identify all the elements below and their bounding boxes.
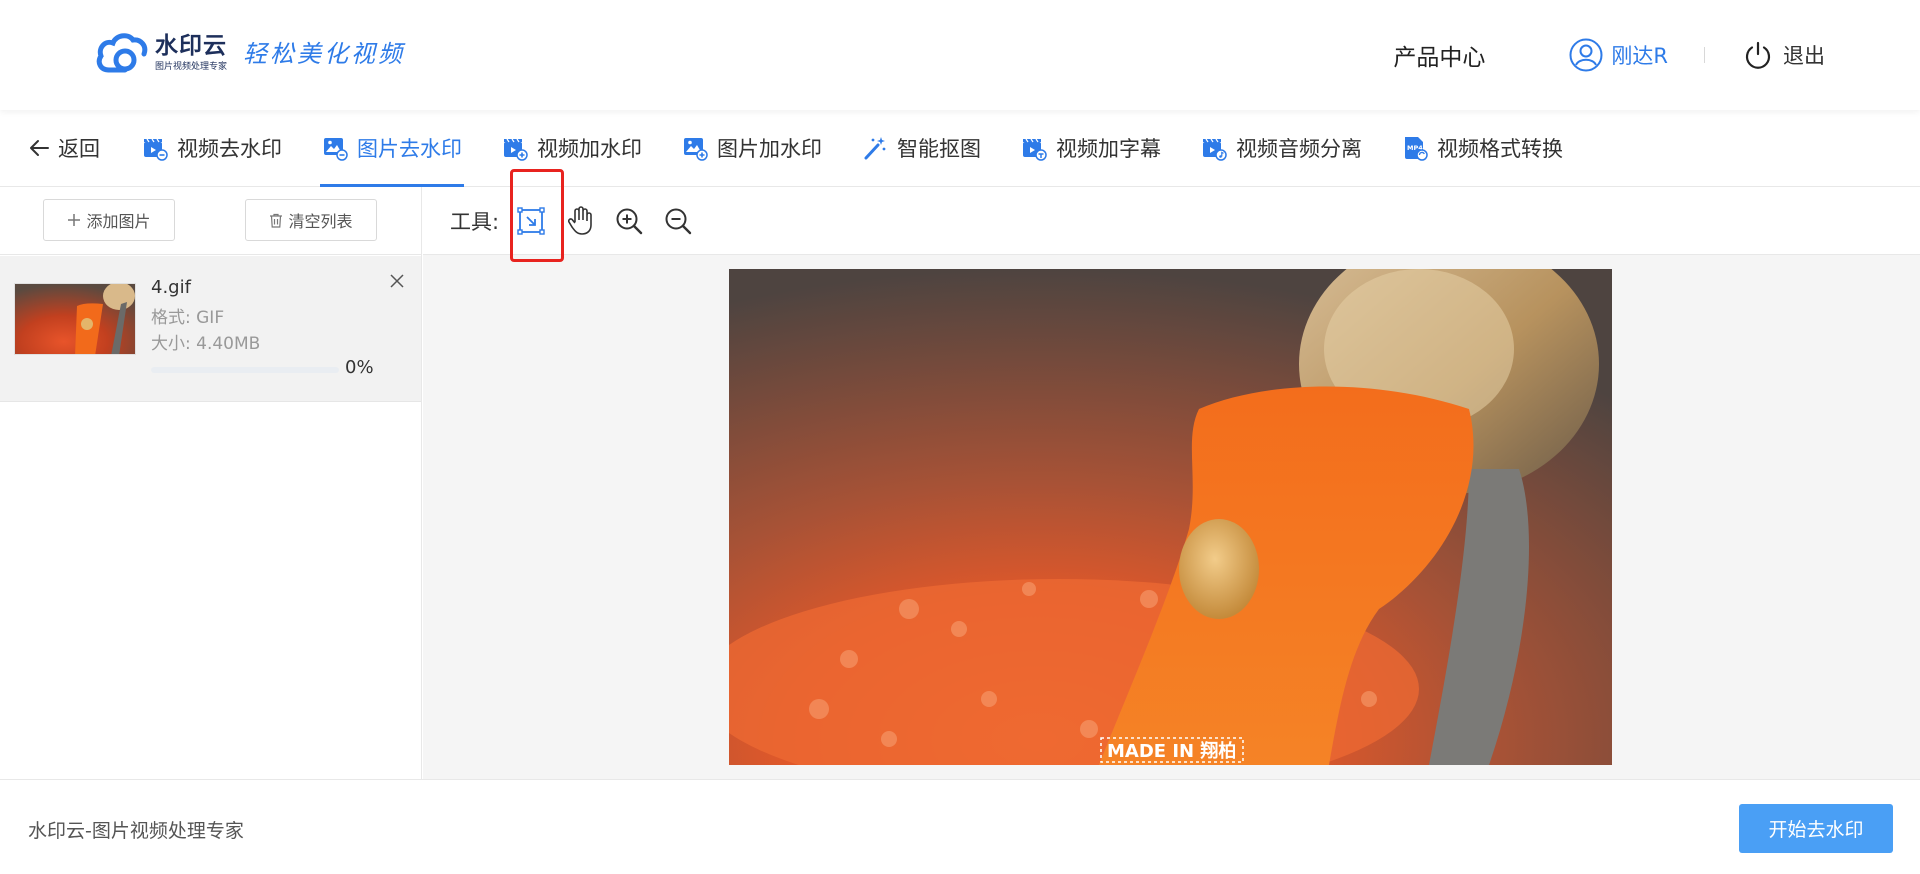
preview-graphic: MADE IN 翔柏 bbox=[729, 269, 1612, 765]
editor-panel: 工具: MADE IN 翔柏 bbox=[423, 187, 1920, 779]
app-window: 水印云 图片视频处理专家 轻松美化视频 产品中心 刚达R 退出 返回 视频去水印… bbox=[0, 0, 1920, 874]
file-name: 4.gif bbox=[151, 277, 191, 298]
logo[interactable]: 水印云 图片视频处理专家 轻松美化视频 bbox=[95, 30, 405, 76]
footer-text: 水印云-图片视频处理专家 bbox=[28, 820, 244, 842]
image-remove-watermark-icon bbox=[324, 138, 348, 161]
preview-image[interactable]: MADE IN 翔柏 bbox=[729, 269, 1612, 765]
tab-video-add-watermark[interactable]: 视频加水印 bbox=[502, 110, 642, 187]
file-size: 大小: 4.40MB bbox=[151, 334, 261, 354]
trash-icon bbox=[270, 213, 283, 228]
back-label: 返回 bbox=[58, 137, 100, 161]
file-thumbnail bbox=[14, 283, 136, 355]
logo-slogan: 轻松美化视频 bbox=[243, 39, 406, 68]
tab-label: 视频去水印 bbox=[177, 137, 282, 161]
product-center-link[interactable]: 产品中心 bbox=[1393, 38, 1485, 72]
header: 水印云 图片视频处理专家 轻松美化视频 产品中心 刚达R 退出 bbox=[0, 0, 1920, 110]
tab-label: 视频加水印 bbox=[537, 137, 642, 161]
footer: 水印云-图片视频处理专家 开始去水印 bbox=[0, 779, 1920, 874]
tab-video-subtitle[interactable]: 视频加字幕 bbox=[1021, 110, 1161, 187]
video-add-watermark-icon bbox=[504, 138, 528, 161]
logo-name: 水印云 bbox=[155, 33, 227, 59]
audio-separate-icon bbox=[1203, 138, 1227, 161]
zoom-out-tool[interactable] bbox=[658, 201, 698, 241]
zoom-out-icon bbox=[665, 208, 692, 234]
clear-list-button[interactable]: 清空列表 bbox=[245, 199, 377, 241]
hand-pan-icon bbox=[568, 205, 592, 235]
plus-icon bbox=[68, 214, 81, 226]
start-remove-watermark-button[interactable]: 开始去水印 bbox=[1739, 804, 1893, 853]
arrow-left-icon bbox=[30, 140, 49, 156]
select-rect-icon bbox=[517, 206, 545, 235]
mp4-format-icon: MP4 bbox=[1405, 137, 1428, 161]
preview-canvas[interactable]: MADE IN 翔柏 bbox=[423, 255, 1920, 779]
video-remove-watermark-icon bbox=[144, 138, 168, 161]
tab-video-remove-watermark[interactable]: 视频去水印 bbox=[142, 110, 282, 187]
tab-label: 智能抠图 bbox=[897, 137, 981, 161]
tab-label: 视频音频分离 bbox=[1236, 137, 1362, 161]
progress-text: 0% bbox=[345, 357, 374, 378]
add-image-label: 添加图片 bbox=[86, 212, 151, 231]
file-format: 格式: GIF bbox=[151, 308, 225, 328]
progress-bar bbox=[151, 367, 339, 373]
tab-image-remove-watermark[interactable]: 图片去水印 bbox=[320, 110, 464, 187]
back-button[interactable]: 返回 bbox=[28, 110, 100, 187]
zoom-in-icon bbox=[616, 208, 643, 234]
select-rect-tool[interactable] bbox=[511, 201, 551, 241]
add-image-button[interactable]: 添加图片 bbox=[43, 199, 175, 241]
watermark-text: MADE IN 翔柏 bbox=[1107, 740, 1236, 762]
user-avatar-icon bbox=[1569, 38, 1603, 72]
file-item[interactable]: 4.gif 格式: GIF 大小: 4.40MB 0% bbox=[0, 256, 421, 402]
tab-label: 图片加水印 bbox=[717, 137, 822, 161]
tab-label: 图片去水印 bbox=[357, 137, 462, 161]
image-add-watermark-icon bbox=[684, 138, 708, 161]
magic-wand-icon bbox=[864, 137, 886, 160]
feature-tabs: 返回 视频去水印 图片去水印 视频加水印 图片加水印 智能抠图 视频加字幕 视频… bbox=[0, 110, 1920, 187]
tab-image-add-watermark[interactable]: 图片加水印 bbox=[682, 110, 822, 187]
header-divider bbox=[1704, 47, 1705, 63]
header-actions: 产品中心 刚达R 退出 bbox=[1393, 34, 1825, 76]
video-subtitle-icon bbox=[1023, 138, 1047, 161]
tab-format-convert[interactable]: MP4 视频格式转换 bbox=[1402, 110, 1563, 187]
zoom-in-tool[interactable] bbox=[609, 201, 649, 241]
tab-label: 视频格式转换 bbox=[1437, 137, 1563, 161]
clear-list-label: 清空列表 bbox=[288, 212, 353, 231]
username: 刚达R bbox=[1611, 44, 1668, 68]
tab-audio-separate[interactable]: 视频音频分离 bbox=[1201, 110, 1362, 187]
tab-label: 视频加字幕 bbox=[1056, 137, 1161, 161]
logout-button[interactable]: 退出 bbox=[1743, 40, 1825, 70]
close-icon[interactable] bbox=[389, 273, 405, 289]
tab-smart-cutout[interactable]: 智能抠图 bbox=[862, 110, 981, 187]
thumbnail-image bbox=[15, 284, 135, 354]
hand-pan-tool[interactable] bbox=[560, 201, 600, 241]
logo-subtitle: 图片视频处理专家 bbox=[155, 62, 228, 72]
cloud-logo-icon bbox=[96, 33, 148, 73]
logout-label: 退出 bbox=[1783, 44, 1825, 68]
tools-label: 工具: bbox=[450, 209, 500, 234]
file-list-toolbar: 添加图片 清空列表 bbox=[0, 187, 421, 255]
power-icon bbox=[1745, 41, 1771, 69]
tools-bar: 工具: bbox=[423, 187, 1920, 255]
user-menu[interactable]: 刚达R bbox=[1569, 38, 1668, 72]
